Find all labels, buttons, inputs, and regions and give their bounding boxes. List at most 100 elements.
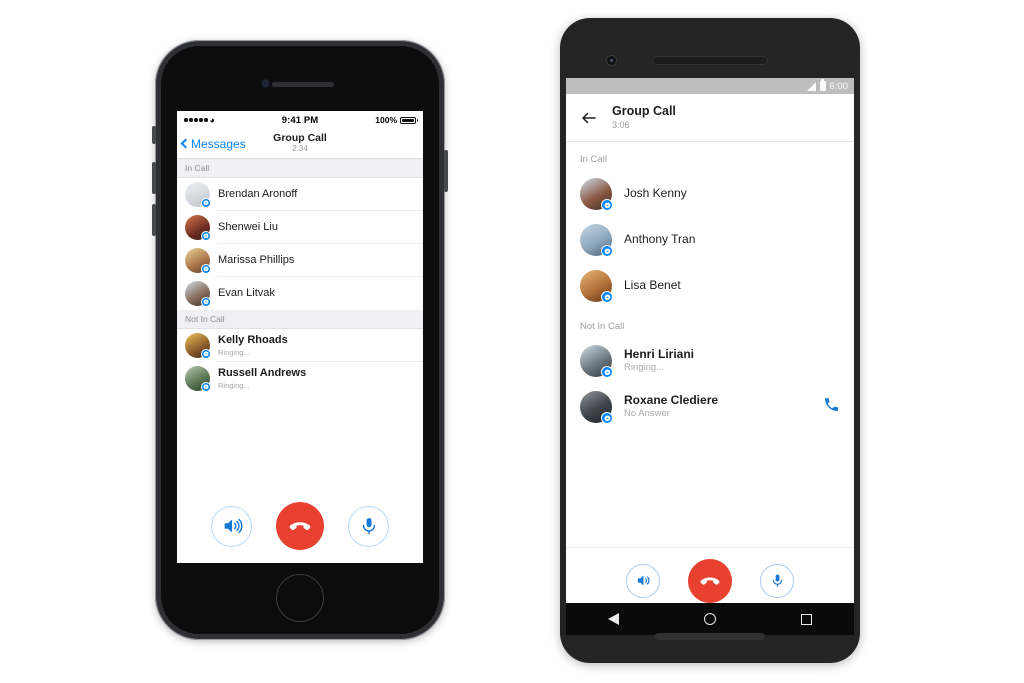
iphone-volume-up-button[interactable]: [152, 162, 156, 194]
contact-name: Brendan Aronoff: [218, 187, 298, 200]
section-header-not-in-call: Not In Call: [580, 321, 625, 332]
messenger-icon: [601, 366, 613, 378]
battery-percent-label: 100%: [375, 115, 398, 125]
contact-name: Shenwei Liu: [218, 220, 278, 233]
call-timer: 2:34: [292, 144, 308, 154]
microphone-icon: [362, 518, 375, 535]
list-item[interactable]: Lisa Benet: [566, 263, 854, 309]
speaker-icon: [224, 518, 242, 534]
status-left-group: ◕: [184, 114, 282, 125]
messenger-icon: [201, 349, 211, 359]
speaker-button[interactable]: [626, 563, 660, 598]
list-item[interactable]: Russell Andrews Ringing...: [177, 362, 423, 395]
section-header-not-in-call: Not In Call: [177, 310, 423, 329]
status-time: 6:00: [829, 80, 849, 92]
not-in-call-list: Kelly Rhoads Ringing... Russell Andrews …: [177, 329, 423, 395]
speaker-icon: [637, 575, 650, 586]
iphone-screen: ◕ 9:41 PM 100% Messages Group Call 2:34: [177, 111, 423, 563]
call-back-icon: [825, 398, 839, 411]
end-call-icon: [289, 522, 311, 530]
contact-status: Ringing...: [218, 347, 250, 357]
android-app-bar: Group Call 3:06: [566, 94, 854, 142]
list-item[interactable]: Roxane Clediere No Answer: [566, 384, 854, 430]
list-item-text: Brendan Aronoff: [218, 188, 297, 202]
chevron-left-icon: [180, 138, 191, 149]
back-to-messages-button[interactable]: Messages: [177, 137, 246, 151]
arrow-back-icon[interactable]: [580, 109, 598, 127]
messenger-icon: [601, 199, 613, 211]
list-item[interactable]: Marissa Phillips: [177, 244, 423, 277]
list-item[interactable]: Josh Kenny: [566, 171, 854, 217]
list-item-text: Lisa Benet: [624, 278, 840, 294]
android-screen: 6:00 Group Call 3:06 In Call Josh Kenny …: [566, 78, 854, 613]
nav-back-button[interactable]: [608, 613, 620, 625]
end-call-button[interactable]: [688, 558, 732, 603]
status-right-group: 100%: [318, 115, 419, 125]
nav-home-button[interactable]: [703, 613, 716, 625]
ios-call-controls: [177, 489, 423, 563]
messenger-icon: [601, 245, 613, 257]
contact-name: Anthony Tran: [624, 232, 696, 247]
avatar: [185, 215, 211, 241]
list-item[interactable]: Shenwei Liu: [177, 211, 423, 244]
section-header-in-call: In Call: [177, 159, 423, 178]
carrier-signal-dots-icon: [184, 118, 208, 122]
battery-icon: [819, 79, 826, 91]
avatar: [185, 366, 211, 392]
earpiece-speaker: [272, 82, 334, 87]
call-back-button[interactable]: [823, 396, 840, 418]
screenshot-canvas: ◕ 9:41 PM 100% Messages Group Call 2:34: [0, 0, 1024, 683]
end-call-icon: [700, 577, 720, 585]
contact-name: Marissa Phillips: [218, 253, 295, 266]
list-item[interactable]: Brendan Aronoff: [177, 178, 423, 211]
app-bar-titles: Group Call 3:06: [612, 104, 676, 131]
list-item-text: Marissa Phillips: [218, 254, 294, 268]
front-camera-icon: [262, 80, 269, 87]
wifi-icon: ◕: [209, 114, 215, 125]
avatar: [580, 391, 613, 424]
contact-name: Henri Liriani: [624, 346, 695, 361]
iphone-volume-down-button[interactable]: [152, 204, 156, 236]
list-item-text: Russell Andrews Ringing...: [218, 367, 306, 391]
list-item-text: Anthony Tran: [624, 232, 840, 248]
battery-icon: [400, 116, 419, 124]
messenger-icon: [201, 382, 211, 392]
list-item-text: Shenwei Liu: [218, 221, 278, 235]
avatar: [185, 248, 211, 274]
nav-recents-button[interactable]: [800, 613, 812, 625]
in-call-list: Josh Kenny Anthony Tran Lisa Benet: [566, 171, 854, 309]
earpiece-speaker: [652, 56, 768, 65]
avatar: [185, 281, 211, 307]
list-item[interactable]: Henri Liriani Ringing...: [566, 338, 854, 384]
call-timer: 3:06: [612, 119, 630, 130]
avatar: [580, 224, 613, 257]
ios-nav-bar: Messages Group Call 2:34: [177, 129, 423, 159]
avatar: [580, 345, 613, 378]
home-button[interactable]: [276, 574, 324, 622]
microphone-button[interactable]: [760, 563, 794, 598]
microphone-button[interactable]: [348, 505, 389, 547]
in-call-list: Brendan Aronoff Shenwei Liu Marissa Phil…: [177, 178, 423, 310]
contact-status: Ringing...: [218, 380, 250, 390]
list-item[interactable]: Kelly Rhoads Ringing...: [177, 329, 423, 362]
list-item-text: Roxane Clediere No Answer: [624, 393, 811, 421]
avatar: [580, 270, 613, 303]
contact-name: Roxane Clediere: [624, 392, 719, 407]
iphone-power-button[interactable]: [444, 150, 448, 192]
list-item[interactable]: Evan Litvak: [177, 277, 423, 310]
messenger-icon: [201, 264, 211, 274]
page-title: Group Call: [273, 132, 327, 145]
back-label: Messages: [191, 136, 246, 151]
android-status-bar: 6:00: [566, 78, 854, 94]
contact-name: Evan Litvak: [218, 286, 275, 299]
end-call-button[interactable]: [276, 502, 324, 550]
list-item[interactable]: Anthony Tran: [566, 217, 854, 263]
ios-status-bar: ◕ 9:41 PM 100%: [177, 111, 423, 129]
iphone-silent-switch[interactable]: [152, 126, 156, 144]
speaker-button[interactable]: [211, 505, 252, 547]
list-item-text: Henri Liriani Ringing...: [624, 347, 840, 375]
list-item-text: Kelly Rhoads Ringing...: [218, 334, 288, 358]
android-navigation-bar: [566, 603, 854, 635]
contact-status: Ringing...: [624, 362, 665, 374]
messenger-icon: [601, 291, 613, 303]
